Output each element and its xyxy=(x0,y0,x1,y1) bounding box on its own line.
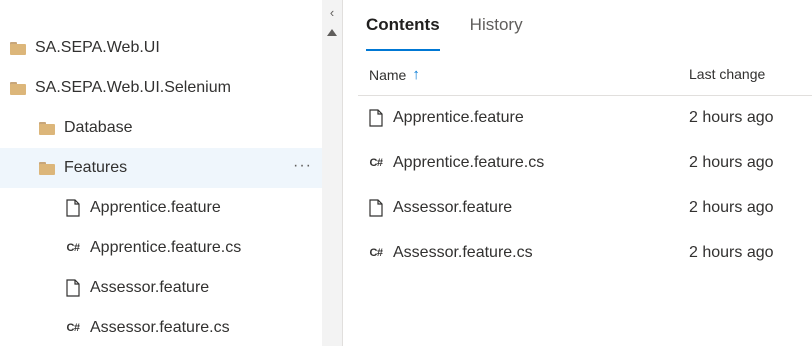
file-name[interactable]: Assessor.feature.cs xyxy=(393,244,533,262)
tree-item-assessor-feature-cs[interactable]: C# Assessor.feature.cs xyxy=(0,308,322,346)
file-name-cell: C# Apprentice.feature.cs xyxy=(368,154,544,172)
more-options-icon[interactable]: ··· xyxy=(293,158,312,174)
last-change-value: 2 hours ago xyxy=(689,108,774,126)
tree-scrollbar[interactable] xyxy=(322,0,342,346)
column-header-name[interactable]: Name ↑ xyxy=(369,66,420,83)
file-tree: SA.SEPA.Web.UI SA.SEPA.Web.UI.Selenium D… xyxy=(0,0,322,346)
tab-contents[interactable]: Contents xyxy=(366,15,440,51)
file-name-cell: Apprentice.feature xyxy=(368,109,524,127)
tree-item-sa-sepa-web-ui[interactable]: SA.SEPA.Web.UI xyxy=(0,28,322,68)
last-change-value: 2 hours ago xyxy=(689,198,774,216)
file-icon xyxy=(65,199,81,217)
tree-item-sa-sepa-web-ui-selenium[interactable]: SA.SEPA.Web.UI.Selenium xyxy=(0,68,322,108)
csharp-icon: C# xyxy=(66,322,80,334)
tree-item-label: SA.SEPA.Web.UI.Selenium xyxy=(35,79,231,96)
tree-item-label: Assessor.feature.cs xyxy=(90,319,230,336)
file-row-apprentice-feature-cs[interactable]: C# Apprentice.feature.cs 2 hours ago xyxy=(343,140,812,185)
file-row-assessor-feature[interactable]: Assessor.feature 2 hours ago xyxy=(343,185,812,230)
file-name-cell: C# Assessor.feature.cs xyxy=(368,244,533,262)
last-change-value: 2 hours ago xyxy=(689,153,774,171)
csharp-icon: C# xyxy=(369,246,383,259)
file-name[interactable]: Assessor.feature xyxy=(393,199,512,217)
column-header-last-change[interactable]: Last change xyxy=(689,66,765,82)
folder-icon xyxy=(39,121,55,135)
last-change-value: 2 hours ago xyxy=(689,243,774,261)
tab-bar: Contents History xyxy=(366,15,523,51)
scroll-up-arrow-icon[interactable] xyxy=(327,29,337,36)
folder-icon xyxy=(10,81,26,95)
folder-icon xyxy=(10,41,26,55)
content-pane: Contents History Name ↑ Last change Appr… xyxy=(343,0,812,346)
file-row-assessor-feature-cs[interactable]: C# Assessor.feature.cs 2 hours ago xyxy=(343,230,812,275)
tab-history[interactable]: History xyxy=(470,15,523,51)
column-header-name-label: Name xyxy=(369,66,407,83)
tree-item-label: SA.SEPA.Web.UI xyxy=(35,39,160,56)
tree-item-assessor-feature[interactable]: Assessor.feature xyxy=(0,268,322,308)
file-name[interactable]: Apprentice.feature xyxy=(393,109,524,127)
tree-item-database[interactable]: Database xyxy=(0,108,322,148)
file-row-apprentice-feature[interactable]: Apprentice.feature 2 hours ago xyxy=(343,95,812,140)
file-icon xyxy=(65,279,81,297)
file-icon xyxy=(368,108,384,127)
tree-item-features[interactable]: Features ··· xyxy=(0,148,322,188)
tree-item-apprentice-feature-cs[interactable]: C# Apprentice.feature.cs xyxy=(0,228,322,268)
tree-item-label: Apprentice.feature xyxy=(90,199,221,216)
sort-ascending-icon: ↑ xyxy=(412,66,420,83)
csharp-icon: C# xyxy=(369,156,383,169)
csharp-icon: C# xyxy=(66,242,80,254)
tree-item-label: Apprentice.feature.cs xyxy=(90,239,242,256)
file-name[interactable]: Apprentice.feature.cs xyxy=(393,154,544,172)
file-icon xyxy=(368,198,384,217)
file-name-cell: Assessor.feature xyxy=(368,199,512,217)
collapse-pane-icon[interactable]: ‹ xyxy=(322,2,342,22)
folder-icon xyxy=(39,161,55,175)
tree-item-label: Assessor.feature xyxy=(90,279,210,296)
tree-item-apprentice-feature[interactable]: Apprentice.feature xyxy=(0,188,322,228)
tree-item-label: Features xyxy=(64,159,128,176)
tree-item-label: Database xyxy=(64,119,133,136)
